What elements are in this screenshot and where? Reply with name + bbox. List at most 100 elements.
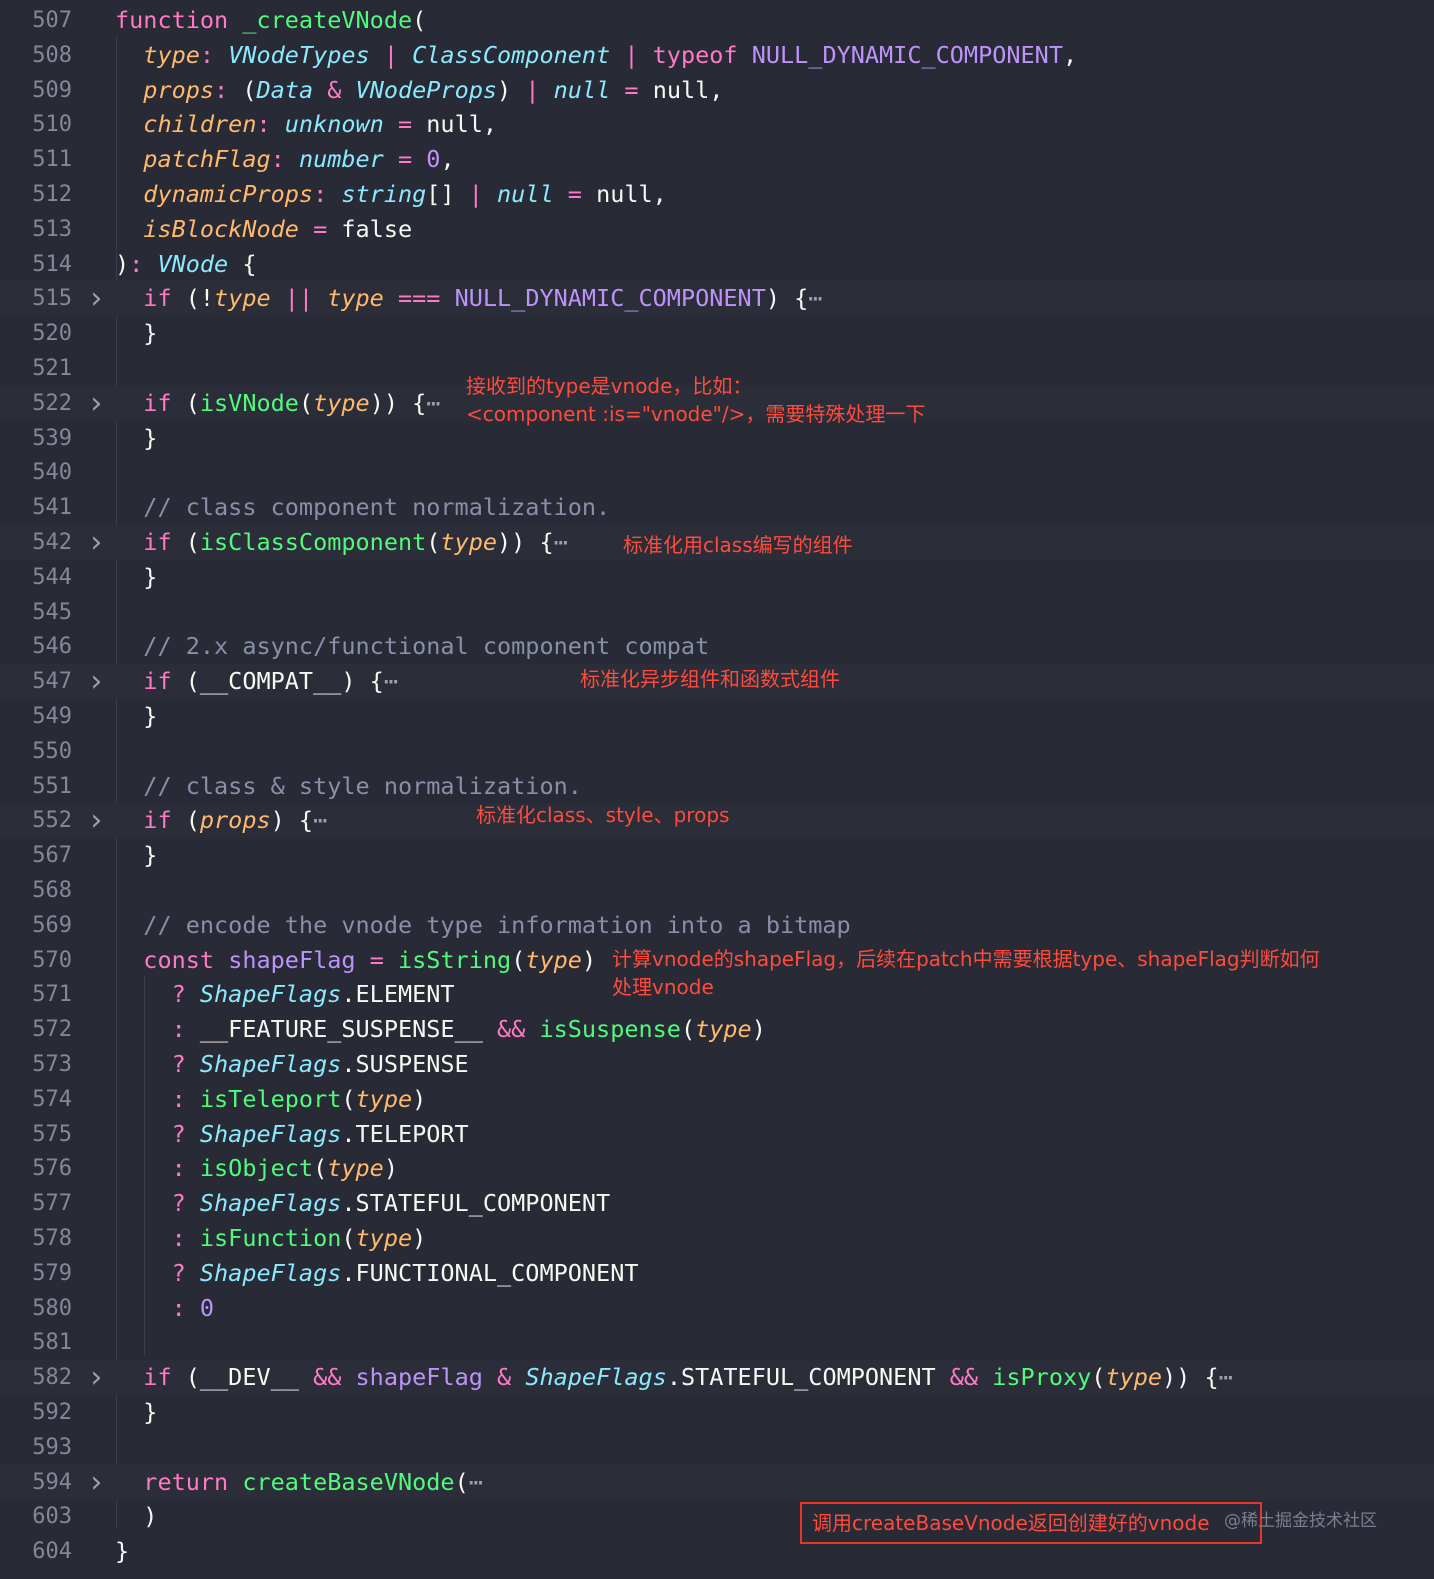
code-text[interactable]: ? ShapeFlags.ELEMENT [115, 977, 455, 1012]
code-line[interactable]: 514): VNode { [0, 247, 1434, 282]
line-number: 574 [32, 1087, 72, 1112]
code-token: { [228, 250, 257, 278]
code-line[interactable]: 576 : isObject(type) [0, 1151, 1434, 1186]
code-line[interactable]: 572 : __FEATURE_SUSPENSE__ && isSuspense… [0, 1012, 1434, 1047]
code-text[interactable]: ? ShapeFlags.TELEPORT [115, 1117, 469, 1152]
code-text[interactable]: function _createVNode( [115, 3, 426, 38]
code-token: .ELEMENT [341, 980, 455, 1008]
code-text[interactable]: } [115, 421, 157, 456]
code-text[interactable]: } [115, 560, 157, 595]
code-text[interactable]: // 2.x async/functional component compat [115, 629, 709, 664]
code-line[interactable]: 574 : isTeleport(type) [0, 1082, 1434, 1117]
code-line[interactable]: 546 // 2.x async/functional component co… [0, 629, 1434, 664]
folded-ellipsis[interactable]: ⋯ [554, 528, 568, 556]
code-line[interactable]: 541 // class component normalization. [0, 490, 1434, 525]
code-text[interactable]: } [115, 699, 157, 734]
code-line[interactable]: 515 › if (!type || type === NULL_DYNAMIC_… [0, 281, 1434, 316]
code-line[interactable]: 578 : isFunction(type) [0, 1221, 1434, 1256]
code-line[interactable]: 545 [0, 595, 1434, 630]
folded-ellipsis[interactable]: ⋯ [469, 1468, 483, 1496]
folded-ellipsis[interactable]: ⋯ [313, 806, 327, 834]
code-line[interactable]: 510 children: unknown = null, [0, 107, 1434, 142]
code-text[interactable]: } [115, 1395, 157, 1430]
code-text[interactable]: : isTeleport(type) [115, 1082, 427, 1117]
code-line[interactable]: 507 function _createVNode( [0, 3, 1434, 38]
code-line[interactable]: 509 props: (Data & VNodeProps) | null = … [0, 73, 1434, 108]
folded-ellipsis[interactable]: ⋯ [808, 284, 822, 312]
code-text[interactable]: ): VNode { [115, 247, 257, 282]
chevron-right-icon[interactable]: › [86, 281, 106, 316]
code-line[interactable]: 520 } [0, 316, 1434, 351]
code-text[interactable]: if (isClassComponent(type)) {⋯ [115, 525, 568, 560]
code-line[interactable]: 544 } [0, 560, 1434, 595]
code-text[interactable]: if (isVNode(type)) {⋯ [115, 386, 440, 421]
code-line[interactable]: 577 ? ShapeFlags.STATEFUL_COMPONENT [0, 1186, 1434, 1221]
code-line[interactable]: 549 } [0, 699, 1434, 734]
code-token: type [440, 528, 498, 556]
code-text[interactable]: : __FEATURE_SUSPENSE__ && isSuspense(typ… [115, 1012, 766, 1047]
code-line[interactable]: 550 [0, 734, 1434, 769]
code-text[interactable]: if (__COMPAT__) {⋯ [115, 664, 398, 699]
code-text[interactable]: patchFlag: number = 0, [115, 142, 454, 177]
code-line[interactable]: 551 // class & style normalization. [0, 769, 1434, 804]
chevron-right-icon[interactable]: › [86, 803, 106, 838]
code-line[interactable]: 513 isBlockNode = false [0, 212, 1434, 247]
chevron-right-icon[interactable]: › [86, 664, 106, 699]
code-text[interactable]: // class & style normalization. [115, 769, 582, 804]
code-text[interactable]: dynamicProps: string[] | null = null, [115, 177, 667, 212]
line-number: 545 [32, 600, 72, 625]
code-text[interactable]: : 0 [115, 1291, 214, 1326]
code-line[interactable]: 582 › if (__DEV__ && shapeFlag & ShapeFla… [0, 1360, 1434, 1395]
chevron-right-icon[interactable]: › [86, 1465, 106, 1500]
code-text[interactable]: if (!type || type === NULL_DYNAMIC_COMPO… [115, 281, 822, 316]
code-line[interactable]: 580 : 0 [0, 1291, 1434, 1326]
code-text[interactable]: ? ShapeFlags.STATEFUL_COMPONENT [115, 1186, 611, 1221]
chevron-right-icon[interactable]: › [86, 386, 106, 421]
code-line[interactable]: 593 [0, 1430, 1434, 1465]
code-text[interactable]: isBlockNode = false [115, 212, 412, 247]
folded-ellipsis[interactable]: ⋯ [1219, 1363, 1233, 1391]
code-text[interactable]: children: unknown = null, [115, 107, 497, 142]
code-text[interactable]: return createBaseVNode(⋯ [115, 1465, 483, 1500]
code-text[interactable]: props: (Data & VNodeProps) | null = null… [115, 73, 723, 108]
code-text[interactable]: } [115, 838, 157, 873]
code-editor[interactable]: 507 function _createVNode(508 type: VNode… [0, 0, 1434, 1579]
chevron-right-icon[interactable]: › [86, 1360, 106, 1395]
code-line[interactable]: 573 ? ShapeFlags.SUSPENSE [0, 1047, 1434, 1082]
code-line[interactable]: 594 › return createBaseVNode(⋯ [0, 1465, 1434, 1500]
folded-ellipsis[interactable]: ⋯ [426, 389, 440, 417]
code-line[interactable]: 579 ? ShapeFlags.FUNCTIONAL_COMPONENT [0, 1256, 1434, 1291]
code-text[interactable]: // class component normalization. [115, 490, 610, 525]
code-text[interactable]: // encode the vnode type information int… [115, 908, 850, 943]
code-text[interactable]: if (__DEV__ && shapeFlag & ShapeFlags.ST… [115, 1360, 1233, 1395]
code-token: const [143, 946, 215, 974]
code-text[interactable]: const shapeFlag = isString(type) [115, 943, 596, 978]
code-line[interactable]: 568 [0, 873, 1434, 908]
code-line[interactable]: 567 } [0, 838, 1434, 873]
code-line[interactable]: 581 [0, 1325, 1434, 1360]
code-token: : [129, 250, 158, 278]
code-line[interactable]: 508 type: VNodeTypes | ClassComponent | … [0, 38, 1434, 73]
code-line[interactable]: 511 patchFlag: number = 0, [0, 142, 1434, 177]
code-text[interactable]: : isFunction(type) [115, 1221, 427, 1256]
code-line[interactable]: 575 ? ShapeFlags.TELEPORT [0, 1117, 1434, 1152]
code-line[interactable]: 592 } [0, 1395, 1434, 1430]
chevron-right-icon[interactable]: › [86, 525, 106, 560]
code-token: ( [511, 946, 526, 974]
code-text[interactable]: } [115, 1534, 129, 1569]
code-text[interactable]: ? ShapeFlags.SUSPENSE [115, 1047, 469, 1082]
code-line[interactable]: 569 // encode the vnode type information… [0, 908, 1434, 943]
code-text[interactable]: type: VNodeTypes | ClassComponent | type… [115, 38, 1077, 73]
code-line[interactable]: 512 dynamicProps: string[] | null = null… [0, 177, 1434, 212]
code-line[interactable]: 540 [0, 455, 1434, 490]
code-text[interactable]: ) [115, 1499, 157, 1534]
folded-ellipsis[interactable]: ⋯ [384, 667, 398, 695]
code-text[interactable]: if (props) {⋯ [115, 803, 327, 838]
code-text[interactable]: ? ShapeFlags.FUNCTIONAL_COMPONENT [115, 1256, 639, 1291]
line-number: 549 [32, 704, 72, 729]
code-text[interactable]: } [115, 316, 157, 351]
code-text[interactable]: : isObject(type) [115, 1151, 398, 1186]
